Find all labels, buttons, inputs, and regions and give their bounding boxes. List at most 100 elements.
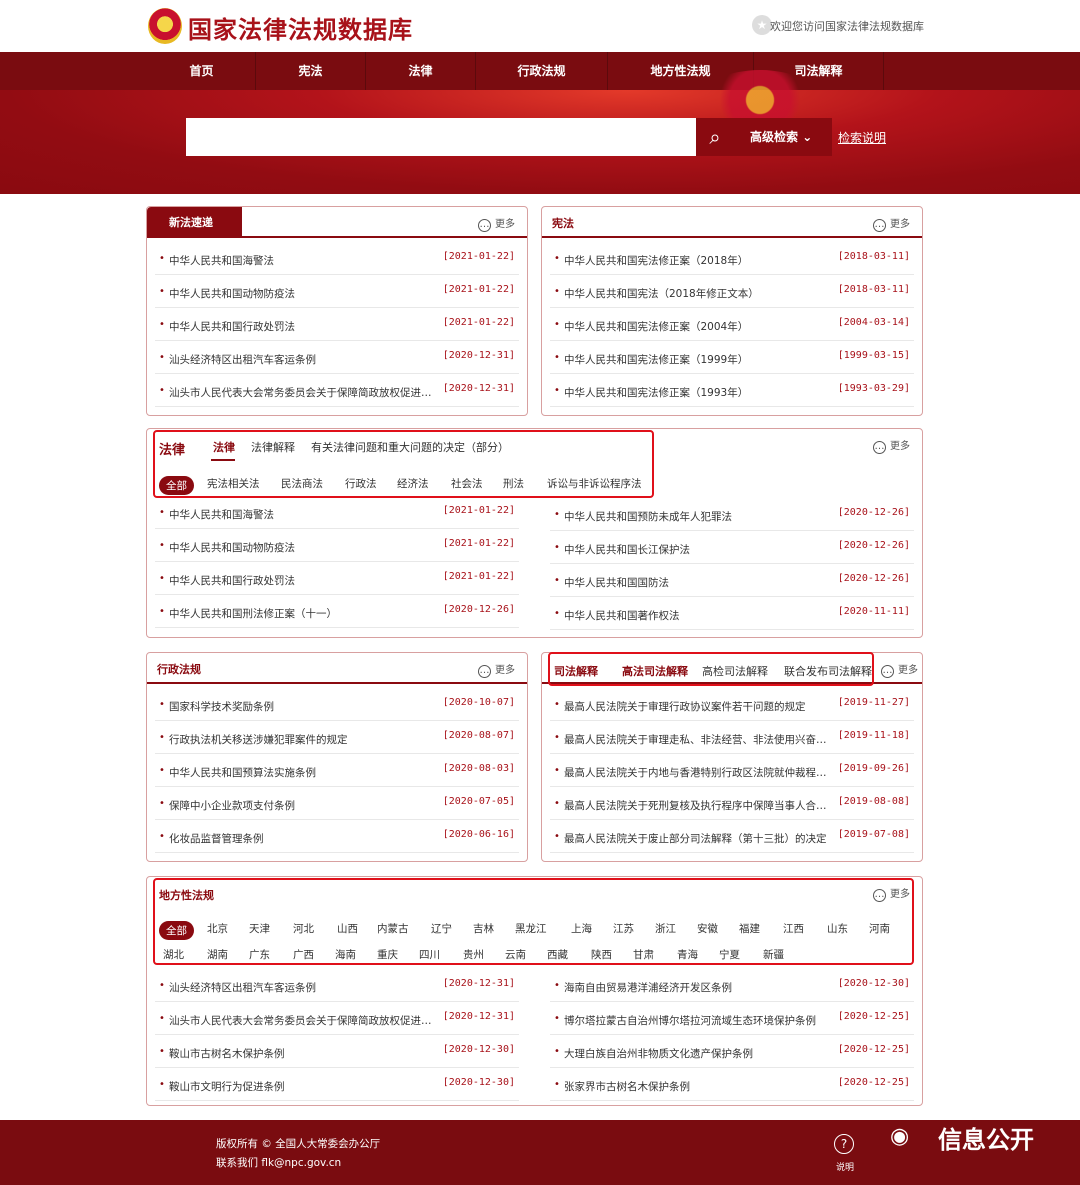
list-item[interactable]: • 中华人民共和国宪法修正案（1993年） [1993-03-29]	[550, 374, 914, 407]
list-item[interactable]: • 鞍山市文明行为促进条例 [2020-12-30]	[155, 1068, 519, 1101]
list-item[interactable]: • 中华人民共和国长江保护法 [2020-12-26]	[550, 531, 914, 564]
list-item[interactable]: • 保障中小企业款项支付条例 [2020-07-05]	[155, 787, 519, 820]
search-button[interactable]: ⌕	[696, 118, 734, 156]
item-date: [2019-11-18]	[837, 730, 910, 741]
list-item[interactable]: • 最高人民法院关于内地与香港特别行政区法院就仲裁程… [2019-09-26]	[550, 754, 914, 787]
search-input[interactable]	[186, 118, 696, 156]
list-item[interactable]: • 汕头经济特区出租汽车客运条例 [2020-12-31]	[155, 969, 519, 1002]
help-icon[interactable]: ?	[834, 1134, 854, 1154]
list-item[interactable]: • 海南自由贸易港洋浦经济开发区条例 [2020-12-30]	[550, 969, 914, 1002]
list-item[interactable]: • 中华人民共和国宪法修正案（2004年） [2004-03-14]	[550, 308, 914, 341]
list-item[interactable]: • 中华人民共和国国防法 [2020-12-26]	[550, 564, 914, 597]
site-title[interactable]: 国家法律法规数据库	[188, 10, 413, 45]
watermark-text: 信息公开	[938, 1126, 1034, 1154]
nav-constitution[interactable]: 宪法	[256, 52, 366, 90]
list-item[interactable]: • 行政执法机关移送涉嫌犯罪案件的规定 [2020-08-07]	[155, 721, 519, 754]
item-title[interactable]: 中华人民共和国刑法修正案（十一）	[169, 606, 337, 621]
list-item[interactable]: • 最高人民法院关于死刑复核及执行程序中保障当事人合… [2019-08-08]	[550, 787, 914, 820]
item-title[interactable]: 中华人民共和国宪法修正案（2018年）	[564, 253, 748, 268]
list-item[interactable]: • 汕头市人民代表大会常务委员会关于保障简政放权促进… [2020-12-31]	[155, 374, 519, 407]
help-label: 说明	[836, 1163, 855, 1173]
list-item[interactable]: • 中华人民共和国著作权法 [2020-11-11]	[550, 597, 914, 630]
list-item[interactable]: • 最高人民法院关于审理走私、非法经营、非法使用兴奋… [2019-11-18]	[550, 721, 914, 754]
list-item[interactable]: • 最高人民法院关于审理行政协议案件若干问题的规定 [2019-11-27]	[550, 688, 914, 721]
item-title[interactable]: 国家科学技术奖励条例	[169, 699, 274, 714]
item-title[interactable]: 中华人民共和国国防法	[564, 575, 669, 590]
item-title[interactable]: 鞍山市古树名木保护条例	[169, 1046, 285, 1061]
item-title[interactable]: 中华人民共和国宪法修正案（2004年）	[564, 319, 748, 334]
item-title[interactable]: 博尔塔拉蒙古自治州博尔塔拉河流域生态环境保护条例	[564, 1013, 816, 1028]
item-title[interactable]: 汕头市人民代表大会常务委员会关于保障简政放权促进…	[169, 1013, 432, 1028]
contact-text[interactable]: 联系我们 flk@npc.gov.cn	[216, 1155, 341, 1170]
bullet-icon: •	[554, 765, 560, 776]
item-title[interactable]: 中华人民共和国宪法修正案（1999年）	[564, 352, 748, 367]
national-emblem-icon	[148, 8, 182, 44]
item-title[interactable]: 最高人民法院关于内地与香港特别行政区法院就仲裁程…	[564, 765, 827, 780]
item-title[interactable]: 汕头经济特区出租汽车客运条例	[169, 352, 316, 367]
list-item[interactable]: • 中华人民共和国动物防疫法 [2021-01-22]	[155, 275, 519, 308]
list-item[interactable]: • 博尔塔拉蒙古自治州博尔塔拉河流域生态环境保护条例 [2020-12-25]	[550, 1002, 914, 1035]
item-title[interactable]: 大理白族自治州非物质文化遗产保护条例	[564, 1046, 753, 1061]
item-title[interactable]: 最高人民法院关于死刑复核及执行程序中保障当事人合…	[564, 798, 827, 813]
item-title[interactable]: 中华人民共和国著作权法	[564, 608, 680, 623]
list-item[interactable]: • 大理白族自治州非物质文化遗产保护条例 [2020-12-25]	[550, 1035, 914, 1068]
item-title[interactable]: 中华人民共和国动物防疫法	[169, 286, 295, 301]
list-item[interactable]: • 中华人民共和国宪法修正案（2018年） [2018-03-11]	[550, 242, 914, 275]
list-item[interactable]: • 中华人民共和国行政处罚法 [2021-01-22]	[155, 308, 519, 341]
item-title[interactable]: 汕头经济特区出租汽车客运条例	[169, 980, 316, 995]
item-title[interactable]: 中华人民共和国预算法实施条例	[169, 765, 316, 780]
item-title[interactable]: 最高人民法院关于审理行政协议案件若干问题的规定	[564, 699, 806, 714]
panel-admin-regulations: 行政法规 … 更多 • 国家科学技术奖励条例 [2020-10-07] • 行政执法机关移…	[146, 652, 528, 862]
more-link[interactable]: … 更多	[873, 437, 910, 454]
item-title[interactable]: 中华人民共和国行政处罚法	[169, 573, 295, 588]
item-title[interactable]: 最高人民法院关于废止部分司法解释（第十三批）的决定	[564, 831, 827, 846]
advanced-search-button[interactable]: 高级检索 ⌄	[734, 118, 832, 156]
list-item[interactable]: • 汕头经济特区出租汽车客运条例 [2020-12-31]	[155, 341, 519, 374]
item-title[interactable]: 汕头市人民代表大会常务委员会关于保障简政放权促进…	[169, 385, 432, 400]
panel-title[interactable]: 行政法规	[157, 661, 201, 677]
list-item[interactable]: • 中华人民共和国预算法实施条例 [2020-08-03]	[155, 754, 519, 787]
list-item[interactable]: • 中华人民共和国行政处罚法 [2021-01-22]	[155, 562, 519, 595]
nav-home[interactable]: 首页	[148, 52, 256, 90]
list-item[interactable]: • 中华人民共和国宪法修正案（1999年） [1999-03-15]	[550, 341, 914, 374]
list-item[interactable]: • 中华人民共和国刑法修正案（十一） [2020-12-26]	[155, 595, 519, 628]
list-item[interactable]: • 中华人民共和国预防未成年人犯罪法 [2020-12-26]	[550, 498, 914, 531]
list-item[interactable]: • 中华人民共和国海警法 [2021-01-22]	[155, 242, 519, 275]
list-item[interactable]: • 化妆品监督管理条例 [2020-06-16]	[155, 820, 519, 853]
item-title[interactable]: 中华人民共和国行政处罚法	[169, 319, 295, 334]
list-item[interactable]: • 国家科学技术奖励条例 [2020-10-07]	[155, 688, 519, 721]
item-title[interactable]: 中华人民共和国动物防疫法	[169, 540, 295, 555]
list-item[interactable]: • 中华人民共和国动物防疫法 [2021-01-22]	[155, 529, 519, 562]
more-link[interactable]: … 更多	[478, 215, 515, 232]
item-title[interactable]: 行政执法机关移送涉嫌犯罪案件的规定	[169, 732, 348, 747]
item-title[interactable]: 中华人民共和国海警法	[169, 507, 274, 522]
list-item[interactable]: • 鞍山市古树名木保护条例 [2020-12-30]	[155, 1035, 519, 1068]
item-title[interactable]: 中华人民共和国预防未成年人犯罪法	[564, 509, 732, 524]
panel-title[interactable]: 宪法	[552, 215, 574, 231]
item-title[interactable]: 鞍山市文明行为促进条例	[169, 1079, 285, 1094]
more-link[interactable]: … 更多	[873, 215, 910, 232]
item-title[interactable]: 中华人民共和国长江保护法	[564, 542, 690, 557]
list-item[interactable]: • 最高人民法院关于废止部分司法解释（第十三批）的决定 [2019-07-08]	[550, 820, 914, 853]
nav-admin-regulations[interactable]: 行政法规	[476, 52, 608, 90]
item-date: [2020-12-26]	[442, 604, 515, 615]
list-item[interactable]: • 汕头市人民代表大会常务委员会关于保障简政放权促进… [2020-12-31]	[155, 1002, 519, 1035]
panel-title[interactable]: 新法速递	[147, 207, 242, 238]
item-title[interactable]: 中华人民共和国宪法修正案（1993年）	[564, 385, 748, 400]
more-link[interactable]: … 更多	[881, 661, 918, 678]
search-help-link[interactable]: 检索说明	[838, 129, 886, 146]
item-title[interactable]: 化妆品监督管理条例	[169, 831, 264, 846]
list-item[interactable]: • 张家界市古树名木保护条例 [2020-12-25]	[550, 1068, 914, 1101]
item-title[interactable]: 张家界市古树名木保护条例	[564, 1079, 690, 1094]
list-item[interactable]: • 中华人民共和国宪法（2018年修正文本） [2018-03-11]	[550, 275, 914, 308]
item-title[interactable]: 海南自由贸易港洋浦经济开发区条例	[564, 980, 732, 995]
list-item[interactable]: • 中华人民共和国海警法 [2021-01-22]	[155, 496, 519, 529]
item-title[interactable]: 中华人民共和国海警法	[169, 253, 274, 268]
item-title[interactable]: 最高人民法院关于审理走私、非法经营、非法使用兴奋…	[564, 732, 827, 747]
item-title[interactable]: 保障中小企业款项支付条例	[169, 798, 295, 813]
item-title[interactable]: 中华人民共和国宪法（2018年修正文本）	[564, 286, 759, 301]
more-link[interactable]: … 更多	[478, 661, 515, 678]
item-date: [2004-03-14]	[837, 317, 910, 328]
nav-law[interactable]: 法律	[366, 52, 476, 90]
item-date: [2019-09-26]	[837, 763, 910, 774]
